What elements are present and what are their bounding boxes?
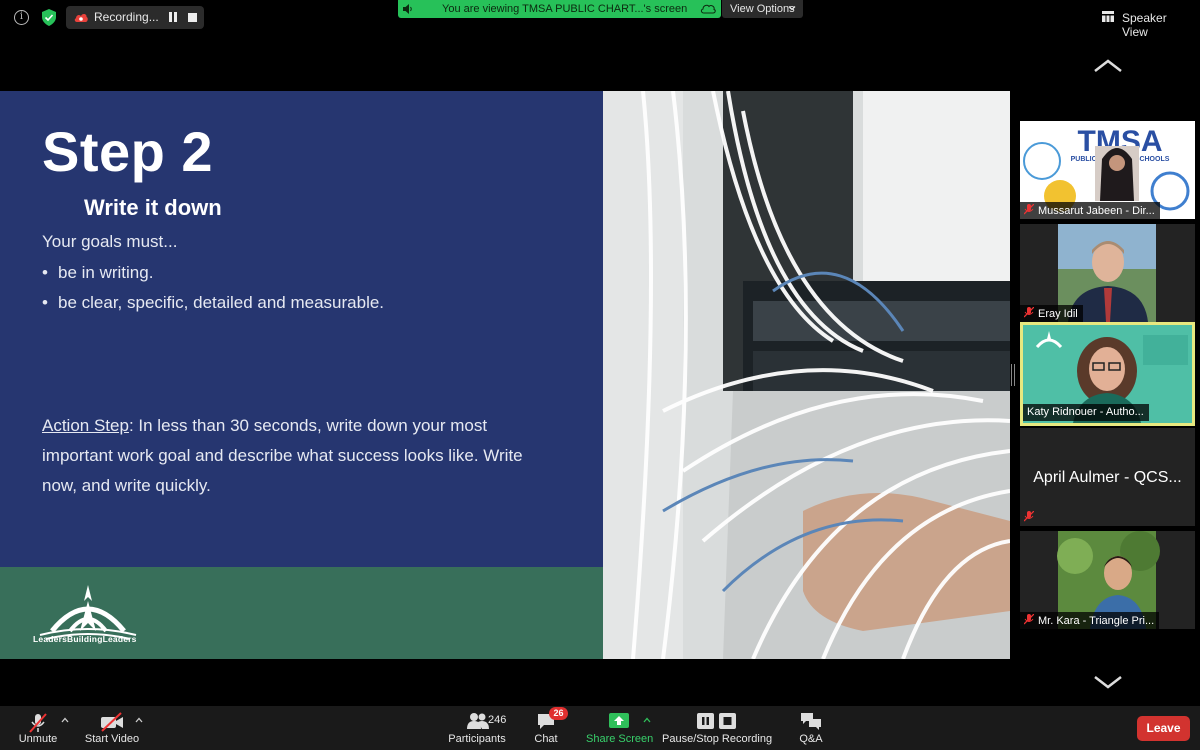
shield-icon[interactable] (42, 9, 56, 26)
slide-subtitle: Write it down (84, 195, 222, 220)
chevron-down-icon[interactable] (1093, 675, 1123, 689)
pause-stop-recording-icon (697, 713, 736, 729)
chat-button[interactable]: 26 Chat (528, 706, 568, 750)
stop-recording-icon[interactable] (188, 13, 197, 22)
chevron-down-icon (788, 6, 796, 11)
qa-button[interactable]: Q&A (796, 706, 826, 750)
participant-name-label: Katy Ridnouer - Autho... (1023, 404, 1149, 421)
mic-muted-icon (1024, 204, 1034, 215)
share-screen-label: Share Screen (586, 733, 654, 745)
resize-handle[interactable] (1011, 364, 1015, 386)
info-icon[interactable]: i (14, 10, 29, 25)
participant-mute-indicator (1020, 509, 1043, 526)
pause-stop-recording-button[interactable]: Pause/Stop Recording (662, 706, 772, 750)
participants-count: 246 (488, 714, 507, 726)
participant-name-label: Mr. Kara - Triangle Pri... (1020, 612, 1160, 629)
mic-muted-icon (1024, 307, 1034, 318)
participant-tile[interactable]: Eray Idil (1020, 224, 1195, 322)
slide-intro: Your goals must... (42, 232, 178, 251)
view-options-label: View Options (730, 3, 795, 15)
action-step-text: Action Step: In less than 30 seconds, wr… (42, 416, 523, 495)
speaker-icon (403, 4, 412, 14)
participants-button[interactable]: 246 Participants (446, 706, 508, 750)
participant-name-label: Eray Idil (1020, 305, 1083, 322)
slide-bullet: • be clear, specific, detailed and measur… (42, 293, 385, 312)
shared-screen-slide: Step 2 Write it down Your goals must... … (0, 91, 1010, 659)
participants-label: Participants (448, 733, 506, 745)
top-bar: i Recording... You are viewing TMSA PUBL… (0, 0, 1200, 39)
share-screen-icon (609, 713, 629, 728)
participant-name-placeholder: April Aulmer - QCS... (1033, 469, 1182, 486)
start-video-label: Start Video (84, 733, 140, 745)
action-step-label: Action Step (42, 416, 129, 435)
chevron-up-icon[interactable] (61, 717, 69, 723)
zoom-meeting-window: i Recording... You are viewing TMSA PUBL… (0, 0, 1200, 750)
participant-name-label: Mussarut Jabeen - Dir... (1020, 202, 1160, 219)
speaker-view-label: Speaker View (1122, 11, 1167, 39)
participant-tile[interactable]: Mr. Kara - Triangle Pri... (1020, 531, 1195, 629)
unmute-button[interactable]: Unmute (12, 706, 64, 750)
video-off-icon (101, 712, 123, 732)
chevron-up-icon[interactable] (643, 717, 651, 723)
mic-muted-icon (1024, 614, 1034, 625)
slide-footer-band: LeadersBuildingLeaders (0, 567, 603, 659)
participant-tile[interactable]: April Aulmer - QCS... (1020, 428, 1195, 526)
chevron-up-icon[interactable] (135, 717, 143, 723)
pause-stop-recording-label: Pause/Stop Recording (662, 733, 773, 745)
meeting-toolbar: Unmute Start Video 246 Participants 26 C… (0, 706, 1200, 750)
chevron-up-icon[interactable] (1093, 59, 1123, 73)
screen-share-banner: You are viewing TMSA PUBLIC CHART...'s s… (398, 0, 721, 18)
screen-share-banner-text: You are viewing TMSA PUBLIC CHART...'s s… (442, 3, 688, 15)
share-screen-button[interactable]: Share Screen (586, 706, 654, 750)
qa-icon (801, 713, 821, 730)
pause-recording-icon[interactable] (168, 12, 178, 23)
leave-button[interactable]: Leave (1137, 716, 1190, 741)
view-options-dropdown[interactable]: View Options (722, 0, 803, 18)
chat-label: Chat (534, 733, 558, 745)
unmute-label: Unmute (18, 733, 58, 745)
speaker-view-button[interactable]: Speaker View (1098, 6, 1192, 39)
participant-tile-active-speaker[interactable]: Katy Ridnouer - Autho... (1020, 322, 1195, 426)
recording-indicator: Recording... (66, 6, 204, 29)
chat-unread-badge: 26 (549, 707, 568, 720)
qa-label: Q&A (799, 733, 823, 745)
start-video-button[interactable]: Start Video (80, 706, 144, 750)
slide-bullet: • be in writing. (42, 263, 154, 282)
network-cables-photo (603, 91, 1010, 659)
mic-muted-icon (1024, 511, 1034, 522)
participants-icon (467, 713, 489, 729)
cloud-icon (700, 4, 716, 14)
slide-title: Step 2 (42, 120, 214, 183)
slide-text-panel: Step 2 Write it down Your goals must... … (0, 91, 603, 567)
participant-tile[interactable]: TMSA PUBLIC CHARTER SCHOOLS Mussarut Jab… (1020, 121, 1195, 219)
grid-view-icon (1102, 11, 1114, 22)
recording-label: Recording... (94, 10, 159, 24)
cloud-recording-icon (74, 14, 88, 22)
mic-muted-icon (29, 713, 47, 733)
logo-text: LeadersBuildingLeaders (33, 634, 137, 644)
